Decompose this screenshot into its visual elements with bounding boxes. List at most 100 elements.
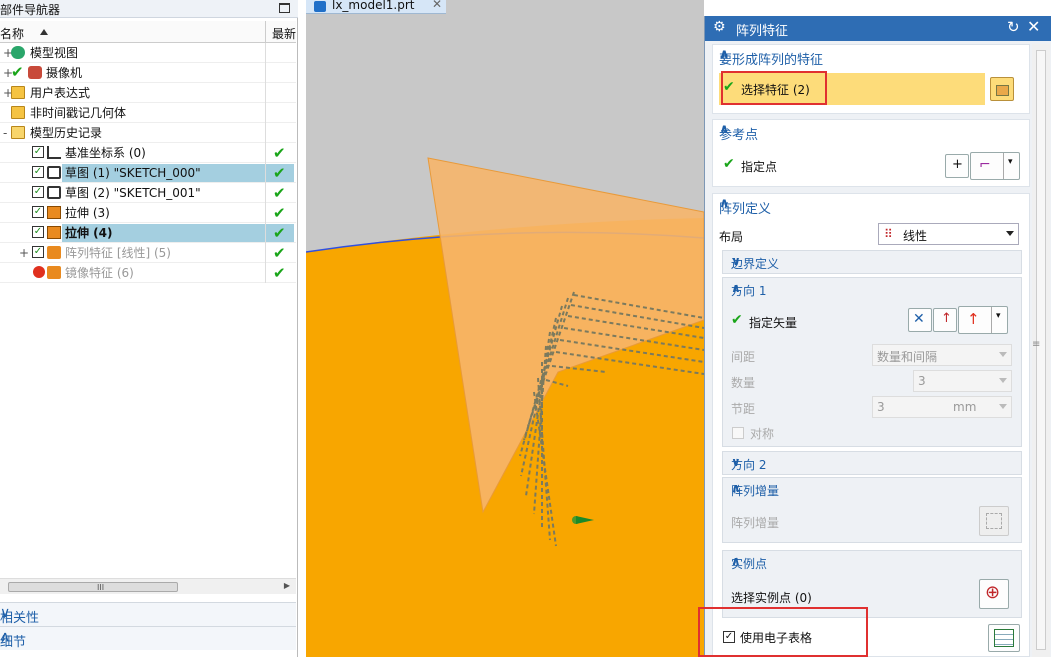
- vector-dialog-button[interactable]: ↑: [933, 308, 957, 332]
- tree-row-extrude-4[interactable]: ✓ 拉伸 (4) ✔: [0, 223, 296, 243]
- axis-vector-icon: ↑: [967, 310, 980, 328]
- vector-icon: ↑: [941, 311, 952, 326]
- dialog-scrollbar[interactable]: ≡: [1032, 44, 1050, 657]
- highlight-select-feature: [721, 71, 827, 105]
- reverse-direction-button[interactable]: ✕: [908, 308, 932, 332]
- maximize-icon[interactable]: [279, 3, 290, 13]
- reset-icon[interactable]: ↻: [1007, 18, 1020, 36]
- dialog-title-bar: ⚙ 阵列特征 ↻ ✕: [705, 16, 1051, 41]
- select-feature-button[interactable]: [990, 77, 1014, 101]
- reverse-icon: ✕: [913, 311, 925, 327]
- visibility-checkbox[interactable]: ✓: [32, 146, 44, 158]
- visibility-checkbox[interactable]: ✓: [32, 226, 44, 238]
- nx-logo-icon: [314, 1, 326, 12]
- increment-grid-icon: [986, 513, 1002, 529]
- section-pattern-definition: 阵列定义 ∧ 布局 ⠿ 线性 边界定义 ∨ 方向 1 ∧ ✔ 指定矢量 ✕ ↑ ↑: [712, 193, 1030, 657]
- subsection-direction-2[interactable]: 方向 2 ∨: [722, 451, 1022, 475]
- chevron-up-icon[interactable]: ∧: [719, 122, 1023, 137]
- folder-icon: [11, 86, 25, 99]
- dialog-title: 阵列特征: [736, 24, 789, 39]
- tree-row-unstamped-geometry[interactable]: 非时间戳记几何体: [0, 103, 296, 123]
- pitch-input[interactable]: 3 mm: [872, 396, 1012, 418]
- model-geometry: [306, 0, 704, 547]
- select-instance-point-button[interactable]: ⊕: [979, 579, 1009, 609]
- column-header: 名称 最新: [0, 21, 296, 43]
- tree-row-sketch-1[interactable]: ✓ 草图 (1) "SKETCH_000" ✔: [0, 163, 296, 183]
- document-tab[interactable]: lx_model1.prt ✕: [306, 0, 446, 14]
- pattern-increment-button[interactable]: [979, 506, 1009, 536]
- chevron-down-icon[interactable]: ∨: [0, 605, 288, 621]
- pattern-feature-dialog: ⚙ 阵列特征 ↻ ✕ ≡ 要形成阵列的特征 ∧ ✔ 选择特征 (2) 参考点 ∧…: [698, 16, 1051, 657]
- extrude-icon: [47, 206, 61, 219]
- check-icon: ✔: [723, 156, 735, 172]
- subsection-boundary[interactable]: 边界定义 ∨: [722, 250, 1022, 274]
- visibility-checkbox[interactable]: ✓: [32, 186, 44, 198]
- up-to-date-check-icon: ✔: [273, 144, 286, 162]
- navigator-title-bar: 部件导航器: [0, 0, 298, 18]
- graphics-viewport[interactable]: [306, 0, 704, 657]
- point-dialog-button[interactable]: +: [945, 154, 969, 178]
- close-tab-icon[interactable]: ✕: [432, 0, 442, 11]
- layout-dropdown[interactable]: ⠿ 线性: [878, 223, 1019, 245]
- sketch-icon: [47, 166, 61, 179]
- count-input[interactable]: 3: [913, 370, 1012, 392]
- point-snap-icon: ⌐: [979, 157, 991, 173]
- spacing-dropdown[interactable]: 数量和间隔: [872, 344, 1012, 366]
- symmetric-checkbox[interactable]: [732, 427, 744, 439]
- subsection-direction-1: 方向 1 ∧ ✔ 指定矢量 ✕ ↑ ↑ ▾ 间距 数量和间隔 数量 3 节距 3…: [722, 277, 1022, 447]
- column-latest[interactable]: 最新: [272, 25, 296, 42]
- close-icon[interactable]: ✕: [1027, 17, 1040, 36]
- up-to-date-check-icon: ✔: [266, 224, 294, 242]
- tree-row-model-history[interactable]: - 模型历史记录: [0, 123, 296, 143]
- error-icon: [33, 266, 45, 278]
- gear-icon[interactable]: ⚙: [713, 19, 726, 35]
- tree-row-extrude-3[interactable]: ✓ 拉伸 (3) ✔: [0, 203, 296, 223]
- part-navigator: 部件导航器 名称 最新 + 模型视图 + ✔ 摄像机 + 用户表达式 非时间戳记…: [0, 0, 298, 657]
- tree-row-pattern-feature[interactable]: + ✓ 阵列特征 [线性] (5) ✔: [0, 243, 296, 263]
- tree-row-sketch-2[interactable]: ✓ 草图 (2) "SKETCH_001" ✔: [0, 183, 296, 203]
- check-icon: ✔: [11, 63, 24, 81]
- up-to-date-check-icon: ✔: [273, 244, 286, 262]
- tree-row-user-expressions[interactable]: + 用户表达式: [0, 83, 296, 103]
- chevron-up-icon[interactable]: ∧: [731, 281, 1013, 295]
- tree-row-datum-csys[interactable]: ✓ 基准坐标系 (0) ✔: [0, 143, 296, 163]
- tree-row-camera[interactable]: + ✔ 摄像机: [0, 63, 296, 83]
- tree-row-model-views[interactable]: + 模型视图: [0, 43, 296, 63]
- up-to-date-check-icon: ✔: [266, 164, 294, 182]
- point-plus-icon: +: [952, 157, 963, 172]
- chevron-down-icon[interactable]: ∨: [731, 455, 1013, 469]
- model-views-icon: [11, 46, 25, 59]
- pattern-feature-icon: [47, 246, 61, 259]
- folder-icon: [11, 106, 25, 119]
- details-panel[interactable]: 细节 ∧: [0, 626, 296, 650]
- visibility-checkbox[interactable]: ✓: [32, 206, 44, 218]
- vector-type-dropdown[interactable]: ↑ ▾: [958, 306, 1008, 334]
- tree-row-mirror-feature[interactable]: 镜像特征 (6) ✔: [0, 263, 296, 283]
- chevron-up-icon[interactable]: ∧: [719, 196, 1023, 211]
- feature-cube-icon: [996, 85, 1009, 96]
- folder-open-icon: [11, 126, 25, 139]
- scroll-right-icon[interactable]: ▶: [284, 581, 290, 590]
- chevron-up-icon[interactable]: ∧: [719, 47, 1023, 62]
- highlight-spreadsheet: [698, 607, 868, 657]
- linear-layout-icon: ⠿: [884, 227, 893, 241]
- chevron-up-icon[interactable]: ∧: [0, 629, 288, 645]
- visibility-checkbox[interactable]: ✓: [32, 246, 44, 258]
- column-name[interactable]: 名称: [0, 25, 24, 42]
- chevron-down-icon: ▾: [1008, 157, 1013, 167]
- point-type-dropdown[interactable]: ⌐ ▾: [970, 152, 1020, 180]
- horizontal-scrollbar[interactable]: III ▶: [0, 578, 296, 594]
- chevron-up-icon[interactable]: ∧: [731, 554, 1013, 568]
- up-to-date-check-icon: ✔: [273, 184, 286, 202]
- visibility-checkbox[interactable]: ✓: [32, 166, 44, 178]
- camera-icon: [28, 66, 42, 79]
- up-to-date-check-icon: ✔: [273, 204, 286, 222]
- spreadsheet-button[interactable]: [988, 624, 1020, 652]
- chevron-down-icon: ▾: [996, 311, 1001, 321]
- chevron-down-icon[interactable]: ∨: [731, 254, 1013, 268]
- relations-panel[interactable]: 相关性 ∨: [0, 602, 296, 626]
- section-reference-point: 参考点 ∧ ✔ 指定点 + ⌐ ▾: [712, 119, 1030, 187]
- spreadsheet-icon: [994, 629, 1014, 647]
- chevron-up-icon[interactable]: ∧: [731, 481, 1013, 495]
- crosshair-icon: ⊕: [985, 582, 1001, 603]
